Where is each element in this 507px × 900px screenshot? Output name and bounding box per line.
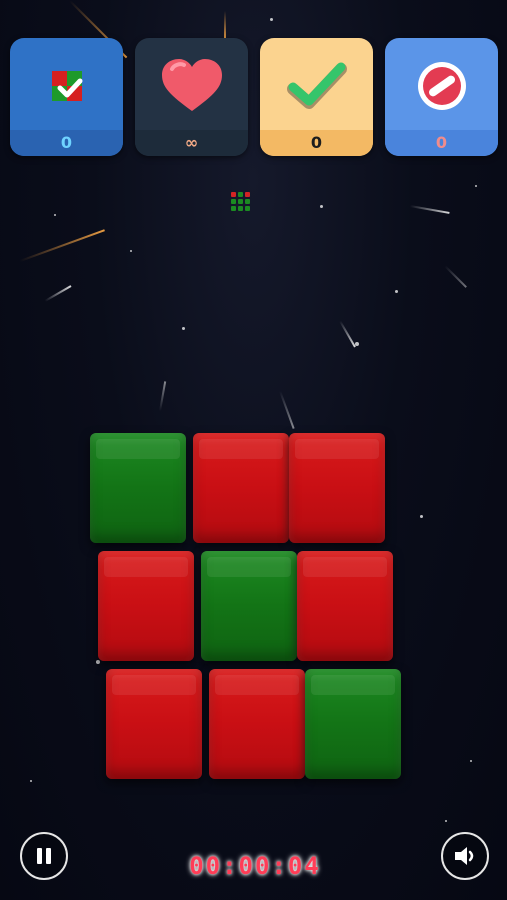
target-preview <box>231 192 250 212</box>
cubes-check-icon <box>10 46 123 126</box>
sound-button[interactable] <box>441 832 489 880</box>
preview-cell <box>245 199 250 204</box>
pause-button[interactable] <box>20 832 68 880</box>
pause-icon <box>37 848 51 864</box>
cube-red[interactable] <box>98 551 194 661</box>
cube-red[interactable] <box>193 433 289 543</box>
powerup-bar: 0 ∞ 0 0 <box>10 38 498 158</box>
hint-cubes-card[interactable]: 0 <box>10 38 123 156</box>
preview-cell <box>231 206 236 211</box>
cube-red[interactable] <box>106 669 202 779</box>
preview-cell <box>245 206 250 211</box>
cube-red[interactable] <box>289 433 385 543</box>
cube-green[interactable] <box>305 669 401 779</box>
cube-green[interactable] <box>201 551 297 661</box>
cube-board <box>90 433 401 783</box>
solve-card[interactable]: 0 <box>260 38 373 156</box>
heart-icon <box>135 46 248 126</box>
timer: 00:00:04 <box>189 852 321 880</box>
cube-green[interactable] <box>90 433 186 543</box>
skip-card[interactable]: 0 <box>385 38 498 156</box>
preview-cell <box>245 192 250 197</box>
preview-cell <box>238 199 243 204</box>
cube-red[interactable] <box>209 669 305 779</box>
lives-card[interactable]: ∞ <box>135 38 248 156</box>
preview-cell <box>238 192 243 197</box>
preview-cell <box>231 199 236 204</box>
lives-count: ∞ <box>135 130 248 156</box>
skip-count: 0 <box>385 130 498 156</box>
preview-cell <box>238 206 243 211</box>
solve-count: 0 <box>260 130 373 156</box>
checkmark-icon <box>260 46 373 126</box>
no-entry-icon <box>385 46 498 126</box>
preview-cell <box>231 192 236 197</box>
cube-red[interactable] <box>297 551 393 661</box>
speaker-icon <box>455 847 474 865</box>
hint-cubes-count: 0 <box>10 130 123 156</box>
